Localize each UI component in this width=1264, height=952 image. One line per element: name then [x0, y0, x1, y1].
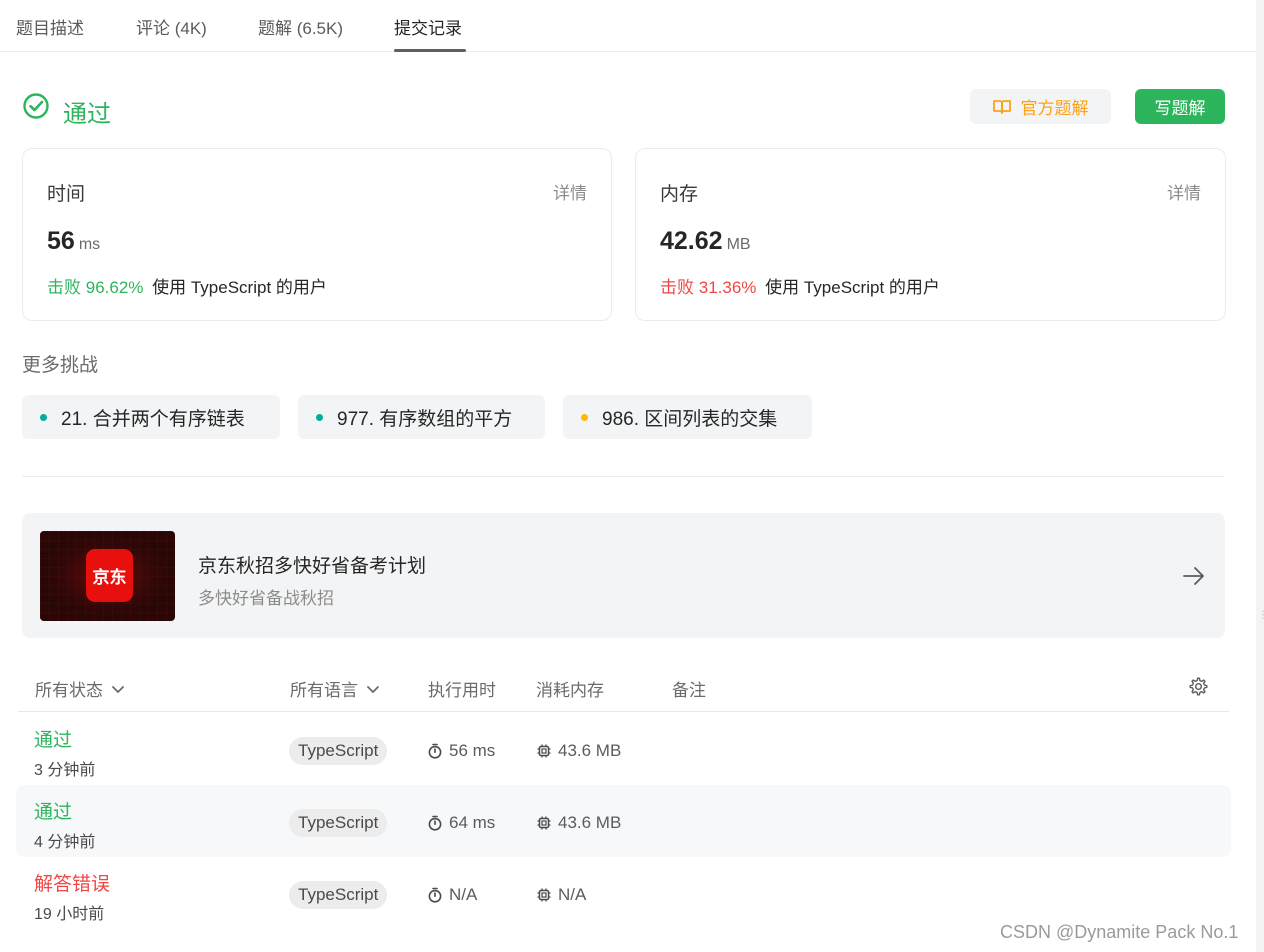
- challenge-chip[interactable]: 986. 区间列表的交集: [563, 395, 812, 439]
- arrow-right-icon: [1183, 567, 1204, 585]
- watermark: CSDN @Dynamite Pack No.1: [1000, 922, 1239, 942]
- challenge-chip[interactable]: 977. 有序数组的平方: [298, 395, 545, 439]
- row-memory-value: 43.6 MB: [558, 741, 622, 760]
- promo-banner[interactable]: 京东 京东秋招多快好省备考计划 多快好省备战秋招: [22, 513, 1225, 638]
- runtime-number: 56: [47, 227, 75, 255]
- section-divider: [22, 476, 1225, 477]
- stopwatch-icon: [428, 887, 442, 903]
- promo-subtitle: 多快好省备战秋招: [198, 589, 334, 608]
- header-notes: 备注: [672, 681, 706, 700]
- chevron-down-icon: [112, 685, 124, 693]
- challenge-label: 986. 区间列表的交集: [602, 408, 778, 430]
- row-runtime: 64 ms: [427, 813, 495, 833]
- tab-submissions[interactable]: 提交记录: [394, 14, 462, 39]
- header-memory: 消耗内存: [536, 681, 604, 700]
- table-header-divider: [18, 711, 1229, 712]
- memory-value: 42.62 MB: [660, 227, 751, 256]
- row-runtime-value: N/A: [449, 885, 478, 904]
- row-memory: 43.6 MB: [536, 813, 621, 833]
- promo-title: 京东秋招多快好省备考计划: [198, 556, 427, 577]
- row-runtime-value: 56 ms: [449, 741, 496, 760]
- row-time: 19 小时前: [34, 906, 105, 923]
- tab-solutions[interactable]: 题解 (6.5K): [258, 14, 343, 39]
- table-row[interactable]: 通过 3 分钟前 TypeScript 56 ms 43.6 MB: [16, 713, 1231, 785]
- memory-unit: MB: [726, 236, 751, 253]
- jd-logo: 京东: [86, 549, 133, 602]
- resize-handle[interactable]: ⋮: [1258, 611, 1264, 621]
- tab-comments[interactable]: 评论 (4K): [136, 14, 207, 39]
- language-badge: TypeScript: [289, 809, 388, 837]
- runtime-unit: ms: [78, 236, 101, 253]
- header-runtime: 执行用时: [428, 681, 496, 700]
- chip-icon: [537, 744, 551, 758]
- row-time: 4 分钟前: [34, 834, 96, 851]
- tab-description[interactable]: 题目描述: [16, 14, 84, 39]
- official-solution-button[interactable]: 官方题解: [970, 89, 1111, 124]
- stopwatch-icon: [428, 743, 442, 759]
- row-runtime: N/A: [427, 885, 477, 905]
- chip-icon: [537, 888, 551, 902]
- check-circle-icon: [23, 93, 49, 119]
- memory-number: 42.62: [660, 227, 723, 255]
- runtime-title: 时间: [47, 184, 86, 205]
- challenge-label: 977. 有序数组的平方: [337, 408, 513, 430]
- table-row[interactable]: 通过 4 分钟前 TypeScript 64 ms 43.6 MB: [16, 785, 1231, 857]
- memory-beat-suffix: 使用 TypeScript 的用户: [765, 278, 940, 297]
- runtime-beat: 击败 96.62% 使用 TypeScript 的用户: [47, 273, 327, 298]
- row-memory-value: N/A: [558, 885, 587, 904]
- chip-icon: [537, 816, 551, 830]
- row-memory: 43.6 MB: [536, 741, 621, 761]
- gear-icon[interactable]: [1188, 676, 1209, 697]
- stopwatch-icon: [428, 815, 442, 831]
- memory-beat: 击败 31.36% 使用 TypeScript 的用户: [660, 273, 940, 298]
- row-memory: N/A: [536, 885, 586, 905]
- difficulty-dot: [316, 413, 323, 421]
- runtime-detail-link[interactable]: 详情: [553, 179, 587, 204]
- memory-card: 内存 详情 42.62 MB 击败 31.36% 使用 TypeScript 的用…: [635, 148, 1226, 321]
- memory-beat-label: 击败: [660, 278, 694, 297]
- table-row[interactable]: 解答错误 19 小时前 TypeScript N/A N/A: [16, 857, 1231, 929]
- row-time: 3 分钟前: [34, 762, 96, 779]
- runtime-beat-label: 击败: [47, 278, 81, 297]
- panel-divider: [1256, 0, 1264, 952]
- difficulty-dot: [581, 413, 588, 421]
- challenge-label: 21. 合并两个有序链表: [61, 408, 245, 430]
- row-runtime: 56 ms: [427, 741, 495, 761]
- row-memory-value: 43.6 MB: [558, 813, 622, 832]
- filter-language-label: 所有语言: [290, 681, 358, 700]
- runtime-value: 56 ms: [47, 227, 100, 256]
- runtime-beat-suffix: 使用 TypeScript 的用户: [152, 278, 327, 297]
- language-badge: TypeScript: [289, 881, 388, 909]
- submission-status: 通过: [63, 101, 111, 128]
- memory-title: 内存: [660, 184, 699, 205]
- runtime-card: 时间 详情 56 ms 击败 96.62% 使用 TypeScript 的用户: [22, 148, 612, 321]
- promo-image: 京东: [40, 531, 175, 621]
- book-icon: [992, 99, 1011, 114]
- row-status[interactable]: 通过: [34, 797, 72, 824]
- memory-beat-value: 31.36%: [698, 278, 757, 297]
- filter-status[interactable]: 所有状态: [35, 676, 125, 701]
- official-solution-label: 官方题解: [1020, 99, 1089, 118]
- chevron-down-icon: [367, 685, 379, 693]
- active-tab-indicator: [394, 49, 466, 52]
- filter-status-label: 所有状态: [35, 681, 103, 700]
- more-challenges-title: 更多挑战: [22, 355, 99, 376]
- runtime-beat-value: 96.62%: [85, 278, 144, 297]
- row-runtime-value: 64 ms: [449, 813, 496, 832]
- challenge-chip[interactable]: 21. 合并两个有序链表: [22, 395, 280, 439]
- difficulty-dot: [40, 413, 47, 421]
- filter-language[interactable]: 所有语言: [290, 676, 380, 701]
- write-solution-button[interactable]: 写题解: [1135, 89, 1225, 124]
- row-status[interactable]: 通过: [34, 725, 72, 752]
- row-status[interactable]: 解答错误: [34, 869, 110, 896]
- language-badge: TypeScript: [289, 737, 388, 765]
- memory-detail-link[interactable]: 详情: [1167, 179, 1201, 204]
